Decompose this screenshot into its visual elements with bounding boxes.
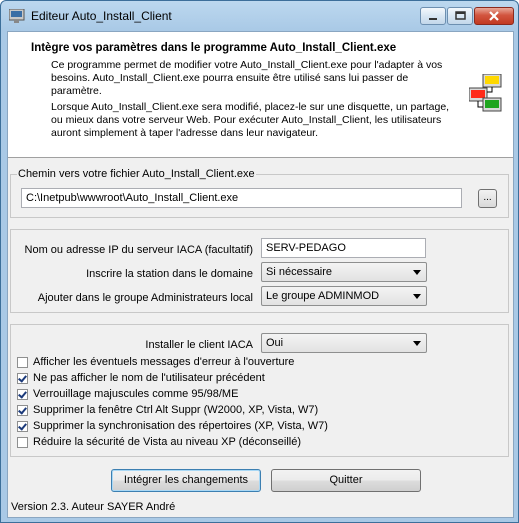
- app-window: Editeur Auto_Install_Client Intègre vos …: [0, 0, 519, 523]
- close-icon: [489, 11, 499, 21]
- apply-changes-button[interactable]: Intégrer les changements: [111, 469, 261, 492]
- quit-button[interactable]: Quitter: [271, 469, 421, 492]
- install-client-select-value: Oui: [266, 337, 284, 349]
- checkbox-box[interactable]: [17, 357, 28, 368]
- path-input[interactable]: C:\Inetpub\wwwroot\Auto_Install_Client.e…: [21, 188, 462, 208]
- checkbox-label: Ne pas afficher le nom de l'utilisateur …: [33, 372, 265, 384]
- window-title: Editeur Auto_Install_Client: [31, 9, 172, 23]
- checkbox-box[interactable]: [17, 437, 28, 448]
- admin-group-label: Ajouter dans le groupe Administrateurs l…: [37, 292, 253, 304]
- checkbox-box[interactable]: [17, 389, 28, 400]
- minimize-button[interactable]: [420, 7, 446, 25]
- network-computers-icon: [469, 74, 502, 112]
- dialog-body: Intègre vos paramètres dans le programme…: [7, 31, 514, 518]
- checkbox-label: Supprimer la fenêtre Ctrl Alt Suppr (W20…: [33, 404, 319, 416]
- domain-select-value: Si nécessaire: [266, 266, 333, 278]
- checkbox-label: Verrouillage majuscules comme 95/98/ME: [33, 388, 239, 400]
- server-ip-label: Nom ou adresse IP du serveur IACA (facul…: [24, 244, 253, 256]
- header-title: Intègre vos paramètres dans le programme…: [31, 42, 397, 54]
- minimize-icon: [429, 18, 437, 20]
- checkbox-box[interactable]: [17, 421, 28, 432]
- header-instructions: Lorsque Auto_Install_Client.exe sera mod…: [51, 101, 450, 139]
- maximize-button[interactable]: [447, 7, 473, 25]
- chevron-down-icon: [413, 294, 421, 299]
- maximize-icon: [455, 11, 466, 20]
- install-client-select[interactable]: Oui: [261, 333, 427, 353]
- admin-group-select[interactable]: Le groupe ADMINMOD: [261, 286, 427, 306]
- install-client-label: Installer le client IACA: [145, 339, 253, 351]
- domain-label: Inscrire la station dans le domaine: [86, 268, 253, 280]
- checkbox-box[interactable]: [17, 405, 28, 416]
- close-button[interactable]: [474, 7, 514, 25]
- path-group-label: Chemin vers votre fichier Auto_Install_C…: [17, 168, 256, 180]
- app-icon: [9, 9, 25, 23]
- server-ip-input[interactable]: SERV-PEDAGO: [261, 238, 426, 258]
- chevron-down-icon: [413, 341, 421, 346]
- browse-button[interactable]: ...: [478, 189, 497, 208]
- admin-group-select-value: Le groupe ADMINMOD: [266, 290, 380, 302]
- chevron-down-icon: [413, 270, 421, 275]
- checkbox-label: Afficher les éventuels messages d'erreur…: [33, 356, 295, 368]
- checkbox-box[interactable]: [17, 373, 28, 384]
- title-bar[interactable]: Editeur Auto_Install_Client: [1, 1, 518, 31]
- version-text: Version 2.3. Auteur SAYER André: [11, 501, 176, 513]
- checkbox-label: Réduire la sécurité de Vista au niveau X…: [33, 436, 302, 448]
- domain-select[interactable]: Si nécessaire: [261, 262, 427, 282]
- header-panel: Intègre vos paramètres dans le programme…: [8, 32, 513, 158]
- header-description: Ce programme permet de modifier votre Au…: [51, 59, 443, 97]
- checkbox-label: Supprimer la synchronisation des réperto…: [33, 420, 328, 432]
